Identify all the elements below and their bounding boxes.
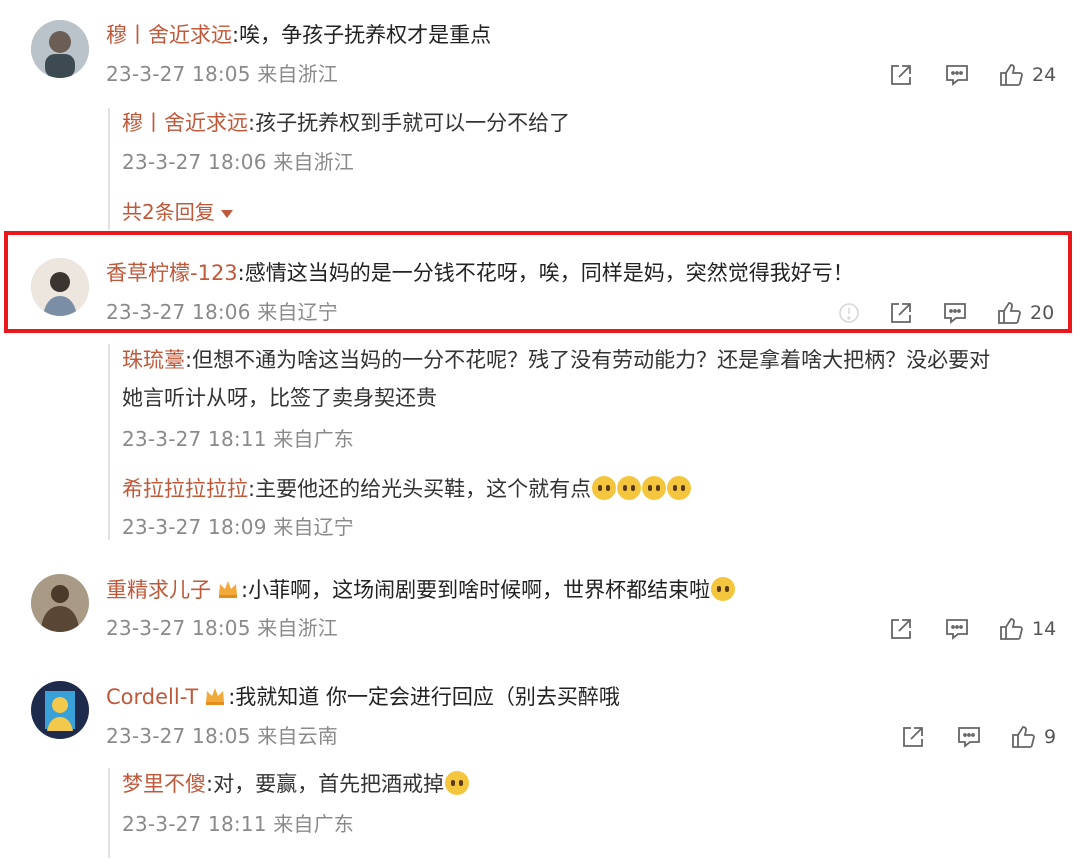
comment-meta: 23-3-27 18:05 来自浙江 bbox=[106, 616, 339, 640]
comment-body: :我就知道 你一定会进行回应（别去买醉哦 bbox=[228, 685, 620, 709]
share-button[interactable] bbox=[900, 724, 926, 750]
emoji-icon bbox=[642, 476, 667, 500]
reply-thread-bar bbox=[108, 108, 110, 230]
share-button[interactable] bbox=[888, 616, 914, 642]
reply-thread-bar bbox=[108, 344, 110, 540]
like-count: 20 bbox=[1030, 302, 1055, 324]
reply-meta: 23-3-27 18:11 来自广东 bbox=[122, 812, 355, 836]
more-replies-label: 共2条回复 bbox=[122, 200, 215, 224]
share-button[interactable] bbox=[888, 300, 914, 326]
comment-icon bbox=[958, 727, 980, 748]
reply-item: 珠琉薹:但想不通为啥这当妈的一分不花呢？残了没有劳动能力？还是拿着啥大把柄？没必… bbox=[122, 345, 990, 375]
crown-icon bbox=[217, 579, 239, 599]
avatar[interactable] bbox=[31, 258, 89, 316]
like-count: 24 bbox=[1032, 64, 1057, 86]
reply-thread-bar bbox=[108, 768, 110, 858]
comment-meta: 23-3-27 18:06 来自辽宁 bbox=[106, 300, 339, 324]
report-button[interactable] bbox=[836, 300, 862, 326]
reply-meta: 23-3-27 18:11 来自广东 bbox=[122, 427, 355, 451]
comment-body: :唉，争孩子抚养权才是重点 bbox=[232, 23, 492, 47]
emoji-icon bbox=[592, 476, 617, 500]
comment-username[interactable]: 香草柠檬-123 bbox=[106, 261, 238, 285]
reply-username[interactable]: 珠琉薹 bbox=[122, 348, 185, 372]
chevron-down-icon bbox=[220, 209, 233, 218]
comment-actions: 24 bbox=[888, 60, 1056, 90]
reply-body-continued: 她言听计从呀，比签了卖身契还贵 bbox=[122, 386, 437, 410]
comment-actions: 20 bbox=[836, 298, 1054, 328]
like-count: 14 bbox=[1032, 618, 1057, 640]
reply-username[interactable]: 希拉拉拉拉拉 bbox=[122, 477, 248, 501]
comment-meta: 23-3-27 18:05 来自云南 bbox=[106, 724, 339, 748]
comment-button[interactable] bbox=[944, 616, 970, 642]
avatar[interactable] bbox=[31, 20, 89, 78]
comment-button[interactable] bbox=[942, 300, 968, 326]
like-count: 9 bbox=[1044, 726, 1057, 748]
comment-actions: 9 bbox=[900, 722, 1056, 752]
comment-username[interactable]: 穆丨舍近求远 bbox=[106, 23, 232, 47]
emoji-icon bbox=[445, 771, 470, 795]
share-icon bbox=[891, 303, 911, 323]
avatar[interactable] bbox=[31, 681, 89, 739]
report-icon bbox=[839, 303, 859, 323]
reply-meta: 23-3-27 18:06 来自浙江 bbox=[122, 150, 355, 174]
avatar[interactable] bbox=[31, 574, 89, 632]
like-button[interactable]: 9 bbox=[1010, 724, 1056, 750]
comment-username[interactable]: Cordell-T bbox=[106, 685, 198, 709]
like-icon bbox=[1000, 64, 1023, 86]
reply-body: :对，要赢，首先把酒戒掉 bbox=[206, 772, 445, 796]
like-button[interactable]: 20 bbox=[996, 300, 1054, 326]
comment-body: :小菲啊，这场闹剧要到啥时候啊，世界杯都结束啦 bbox=[241, 578, 711, 602]
like-button[interactable]: 14 bbox=[998, 616, 1056, 642]
comment-actions: 14 bbox=[888, 614, 1056, 644]
reply-username[interactable]: 穆丨舍近求远 bbox=[122, 111, 248, 135]
reply-body: :孩子抚养权到手就可以一分不给了 bbox=[248, 111, 571, 135]
comment-button[interactable] bbox=[956, 724, 982, 750]
comment-icon bbox=[946, 65, 968, 86]
reply-item: 穆丨舍近求远:孩子抚养权到手就可以一分不给了 bbox=[122, 108, 570, 138]
share-icon bbox=[891, 619, 911, 639]
share-icon bbox=[891, 65, 911, 85]
reply-item: 希拉拉拉拉拉:主要他还的给光头买鞋，这个就有点 bbox=[122, 474, 692, 504]
emoji-icon bbox=[711, 577, 736, 601]
comment-icon bbox=[944, 303, 966, 324]
comment-body: :感情这当妈的是一分钱不花呀，唉，同样是妈，突然觉得我好亏！ bbox=[237, 261, 854, 285]
share-button[interactable] bbox=[888, 62, 914, 88]
comment-text: 重精求儿子 :小菲啊，这场闹剧要到啥时候啊，世界杯都结束啦 bbox=[106, 575, 736, 605]
comment-button[interactable] bbox=[944, 62, 970, 88]
reply-username[interactable]: 梦里不傻 bbox=[122, 772, 206, 796]
view-more-replies-link[interactable]: 共2条回复 bbox=[122, 198, 233, 226]
like-icon bbox=[1012, 726, 1035, 748]
like-icon bbox=[1000, 618, 1023, 640]
comment-text: 香草柠檬-123:感情这当妈的是一分钱不花呀，唉，同样是妈，突然觉得我好亏！ bbox=[106, 258, 854, 288]
emoji-icon bbox=[667, 476, 692, 500]
comment-feed: 穆丨舍近求远:唉，争孩子抚养权才是重点 23-3-27 18:05 来自浙江 2… bbox=[0, 0, 1080, 861]
like-button[interactable]: 24 bbox=[998, 62, 1056, 88]
comment-meta: 23-3-27 18:05 来自浙江 bbox=[106, 62, 339, 86]
comment-icon bbox=[946, 619, 968, 640]
emoji-icon bbox=[617, 476, 642, 500]
share-icon bbox=[903, 727, 923, 747]
reply-meta: 23-3-27 18:09 来自辽宁 bbox=[122, 515, 355, 539]
reply-item: 梦里不傻:对，要赢，首先把酒戒掉 bbox=[122, 769, 470, 799]
comment-text: Cordell-T :我就知道 你一定会进行回应（别去买醉哦 bbox=[106, 682, 620, 712]
like-icon bbox=[998, 302, 1021, 324]
comment-text: 穆丨舍近求远:唉，争孩子抚养权才是重点 bbox=[106, 20, 491, 50]
reply-body: :主要他还的给光头买鞋，这个就有点 bbox=[248, 477, 592, 501]
comment-username[interactable]: 重精求儿子 bbox=[106, 578, 211, 602]
crown-icon bbox=[204, 686, 226, 706]
reply-body: :但想不通为啥这当妈的一分不花呢？残了没有劳动能力？还是拿着啥大把柄？没必要对 bbox=[185, 348, 991, 372]
